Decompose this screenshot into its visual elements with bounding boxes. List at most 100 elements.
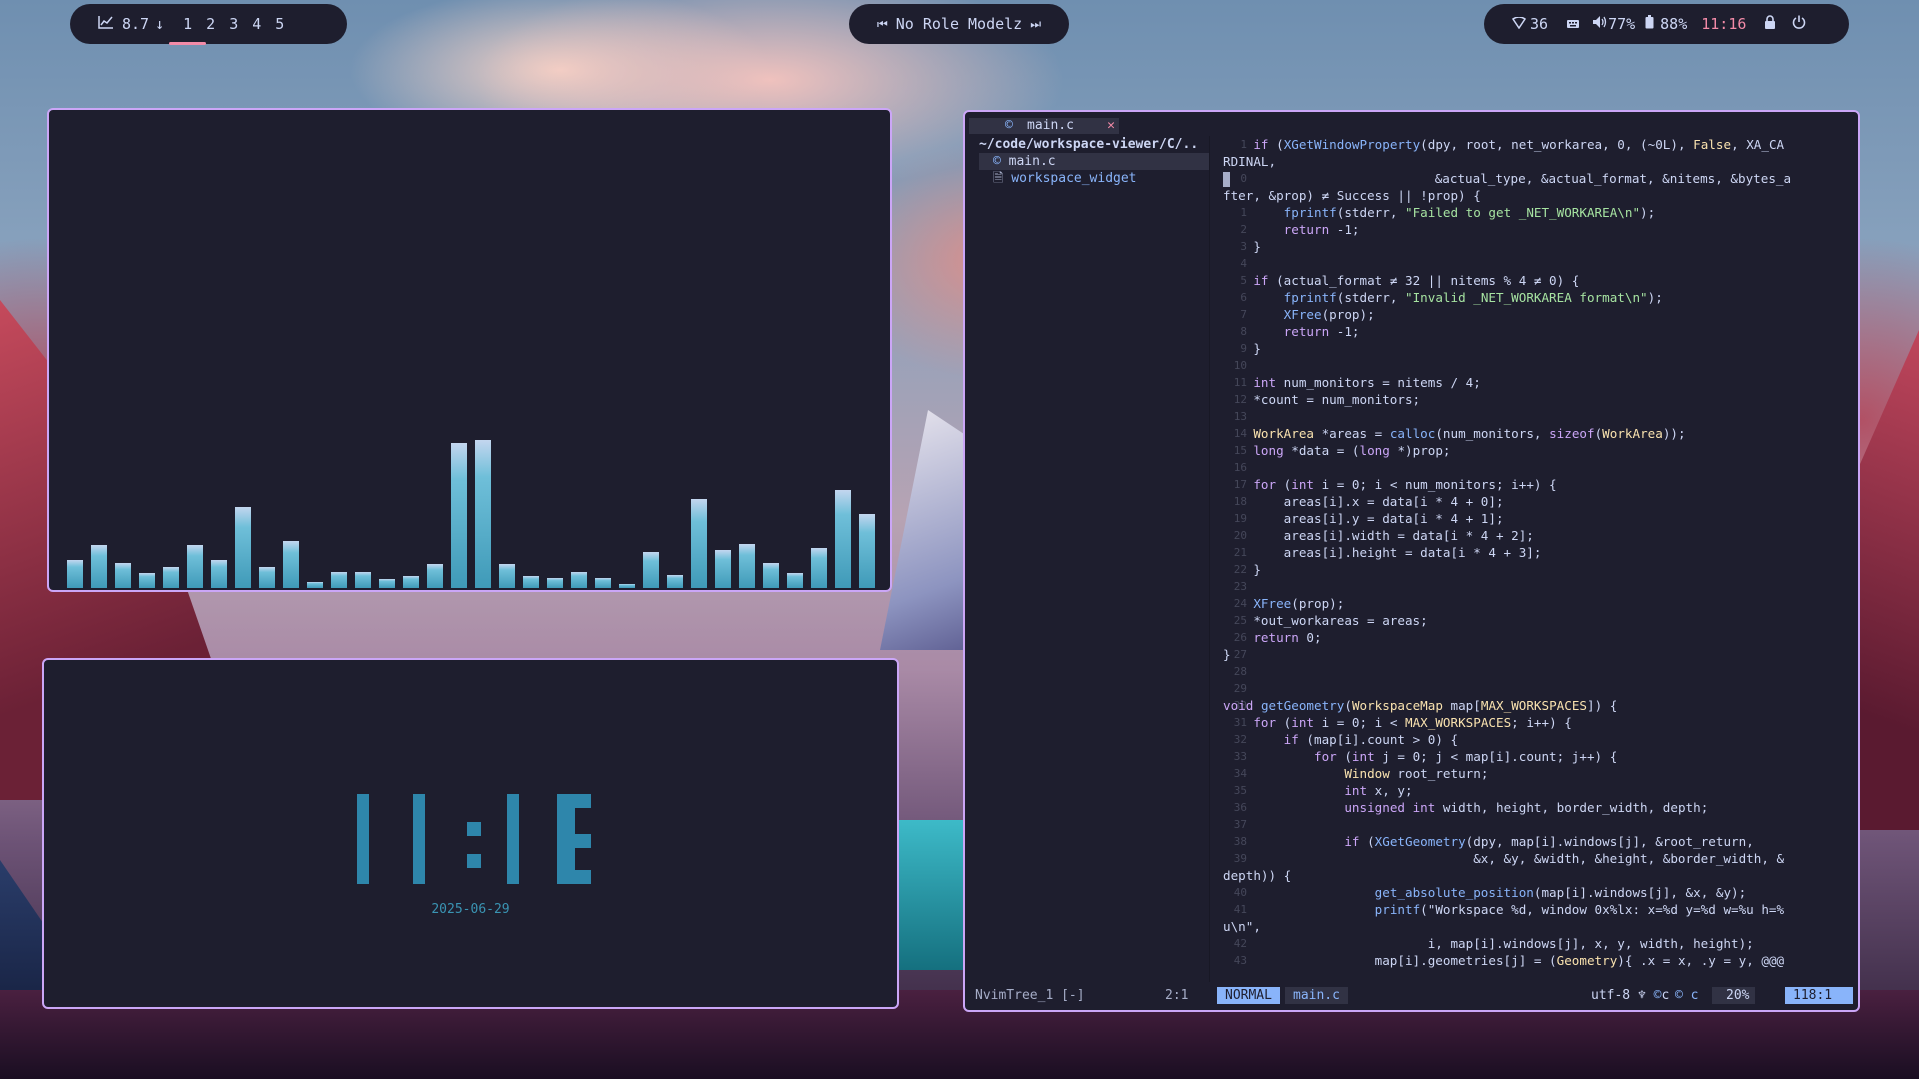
line-text: } bbox=[1223, 647, 1231, 662]
tree-root-path[interactable]: ~/code/workspace-viewer/C/.. bbox=[979, 136, 1209, 153]
line-text: int x, y; bbox=[1344, 783, 1413, 798]
clock-time-display bbox=[356, 794, 591, 884]
code-line[interactable]: 1 fprintf(stderr, "Failed to get _NET_WO… bbox=[1223, 204, 1853, 221]
line-number: 37 bbox=[1233, 818, 1247, 831]
next-track-icon[interactable]: ⏭ bbox=[1030, 17, 1041, 32]
code-line[interactable]: 9 } bbox=[1223, 340, 1853, 357]
code-line[interactable]: 8 return -1; bbox=[1223, 323, 1853, 340]
code-line[interactable]: 24 XFree(prop); bbox=[1223, 595, 1853, 612]
line-text: u\n", bbox=[1223, 919, 1261, 934]
line-number: 28 bbox=[1233, 665, 1247, 678]
code-editor[interactable]: 1 if (XGetWindowProperty(dpy, root, net_… bbox=[1223, 136, 1853, 969]
visualizer-bar bbox=[667, 575, 683, 588]
code-line[interactable]: 20 areas[i].width = data[i * 4 + 2]; bbox=[1223, 527, 1853, 544]
neovim-window[interactable]: © main.c ✕ ~/code/workspace-viewer/C/.. … bbox=[963, 110, 1860, 1012]
code-line[interactable]: 23 bbox=[1223, 578, 1853, 595]
code-line[interactable]: 18 areas[i].x = data[i * 4 + 0]; bbox=[1223, 493, 1853, 510]
code-line[interactable]: 30 void getGeometry(WorkspaceMap map[MAX_… bbox=[1223, 697, 1853, 714]
workspace-2[interactable]: 2 bbox=[206, 15, 215, 33]
visualizer-bar bbox=[523, 576, 539, 588]
lock-icon[interactable] bbox=[1764, 15, 1776, 33]
code-line[interactable]: 13 bbox=[1223, 408, 1853, 425]
line-text: printf("Workspace %d, window 0x%lx: x=%d… bbox=[1374, 902, 1785, 917]
visualizer-bar bbox=[427, 564, 443, 588]
code-line[interactable]: 6 fprintf(stderr, "Invalid _NET_WORKAREA… bbox=[1223, 289, 1853, 306]
battery-value: 88% bbox=[1660, 15, 1688, 33]
workspace-1[interactable]: 1 bbox=[169, 15, 207, 45]
code-line[interactable]: 10 bbox=[1223, 357, 1853, 374]
code-line[interactable]: 31 for (int i = 0; i < MAX_WORKSPACES; i… bbox=[1223, 714, 1853, 731]
close-icon[interactable]: ✕ bbox=[1107, 118, 1115, 134]
code-line[interactable]: 11 int num_monitors = nitems / 4; bbox=[1223, 374, 1853, 391]
code-line[interactable]: fter, &prop) ≠ Success || !prop) { bbox=[1223, 187, 1853, 204]
previous-track-icon[interactable]: ⏮ bbox=[877, 17, 888, 32]
code-line[interactable]: 22 } bbox=[1223, 561, 1853, 578]
code-line[interactable]: 14 WorkArea *areas = calloc(num_monitors… bbox=[1223, 425, 1853, 442]
code-line[interactable]: 7 XFree(prop); bbox=[1223, 306, 1853, 323]
code-line[interactable]: 33 for (int j = 0; j < map[i].count; j++… bbox=[1223, 748, 1853, 765]
code-line[interactable]: 12 *count = num_monitors; bbox=[1223, 391, 1853, 408]
code-line[interactable]: 5 if (actual_format ≠ 32 || nitems % 4 ≠… bbox=[1223, 272, 1853, 289]
code-line[interactable]: depth)) { bbox=[1223, 867, 1853, 884]
code-line[interactable]: 26 return 0; bbox=[1223, 629, 1853, 646]
topbar-right: 36 77% 88% 11:16 bbox=[1484, 4, 1849, 44]
keyboard-icon[interactable] bbox=[1566, 15, 1580, 33]
code-line[interactable]: 43 map[i].geometries[j] = (Geometry){ .x… bbox=[1223, 952, 1853, 969]
line-text: if (XGetWindowProperty(dpy, root, net_wo… bbox=[1253, 137, 1785, 152]
code-line[interactable]: u\n", bbox=[1223, 918, 1853, 935]
volume-icon[interactable] bbox=[1592, 15, 1608, 33]
code-line[interactable]: 3 } bbox=[1223, 238, 1853, 255]
code-line[interactable]: 41 printf("Workspace %d, window 0x%lx: x… bbox=[1223, 901, 1853, 918]
code-line[interactable]: 16 bbox=[1223, 459, 1853, 476]
visualizer-bar bbox=[115, 563, 131, 588]
code-line[interactable]: 21 areas[i].height = data[i * 4 + 3]; bbox=[1223, 544, 1853, 561]
visualizer-bar bbox=[571, 572, 587, 588]
line-text: depth)) { bbox=[1223, 868, 1292, 883]
volume-value: 77% bbox=[1608, 15, 1636, 33]
code-line[interactable]: 38 if (XGetGeometry(dpy, map[i].windows[… bbox=[1223, 833, 1853, 850]
code-line[interactable]: 39 &x, &y, &width, &height, &border_widt… bbox=[1223, 850, 1853, 867]
code-line[interactable]: 35 int x, y; bbox=[1223, 782, 1853, 799]
tree-item-main-c[interactable]: © main.c bbox=[979, 153, 1209, 170]
workspace-5[interactable]: 5 bbox=[275, 15, 284, 33]
workspace-3[interactable]: 3 bbox=[229, 15, 238, 33]
split-divider[interactable] bbox=[1209, 136, 1210, 982]
cursor-position: 118:1 bbox=[1785, 987, 1853, 1004]
workspace-4[interactable]: 4 bbox=[252, 15, 261, 33]
code-line[interactable]: 1 if (XGetWindowProperty(dpy, root, net_… bbox=[1223, 136, 1853, 153]
chart-line-icon bbox=[98, 15, 114, 33]
code-line[interactable]: 29 bbox=[1223, 680, 1853, 697]
linux-icon: ♆ bbox=[1637, 988, 1646, 1003]
audio-visualizer-window[interactable] bbox=[47, 108, 892, 592]
code-line[interactable]: 25 *out_workareas = areas; bbox=[1223, 612, 1853, 629]
code-line[interactable]: 36 unsigned int width, height, border_wi… bbox=[1223, 799, 1853, 816]
status-filename: main.c bbox=[1285, 987, 1348, 1004]
tab-main-c[interactable]: © main.c ✕ bbox=[969, 118, 1119, 134]
code-line[interactable]: 0 &actual_type, &actual_format, &nitems,… bbox=[1223, 170, 1853, 187]
code-line[interactable]: 4 bbox=[1223, 255, 1853, 272]
code-line[interactable]: RDINAL, bbox=[1223, 153, 1853, 170]
visualizer-bar bbox=[787, 573, 803, 588]
code-line[interactable]: 40 get_absolute_position(map[i].windows[… bbox=[1223, 884, 1853, 901]
tree-item-workspace-widget[interactable]: 🗎 workspace_widget bbox=[979, 170, 1209, 187]
visualizer-bar bbox=[403, 576, 419, 588]
clock-window[interactable]: 2025-06-29 bbox=[42, 658, 899, 1009]
code-line[interactable]: 42 i, map[i].windows[j], x, y, width, he… bbox=[1223, 935, 1853, 952]
line-text: long *data = (long *)prop; bbox=[1253, 443, 1451, 458]
line-number: 16 bbox=[1233, 461, 1247, 474]
code-line[interactable]: 15 long *data = (long *)prop; bbox=[1223, 442, 1853, 459]
code-line[interactable]: 17 for (int i = 0; i < num_monitors; i++… bbox=[1223, 476, 1853, 493]
code-line[interactable]: 37 bbox=[1223, 816, 1853, 833]
line-text: WorkArea *areas = calloc(num_monitors, s… bbox=[1253, 426, 1686, 441]
code-line[interactable]: 2 return -1; bbox=[1223, 221, 1853, 238]
status-filetype: © c bbox=[1675, 988, 1699, 1003]
code-line[interactable]: 27} bbox=[1223, 646, 1853, 663]
power-icon[interactable] bbox=[1792, 15, 1806, 33]
tab-label: main.c bbox=[1027, 118, 1074, 133]
line-number: 13 bbox=[1233, 410, 1247, 423]
line-number: 29 bbox=[1233, 682, 1247, 695]
code-line[interactable]: 28 bbox=[1223, 663, 1853, 680]
code-line[interactable]: 32 if (map[i].count > 0) { bbox=[1223, 731, 1853, 748]
code-line[interactable]: 19 areas[i].y = data[i * 4 + 1]; bbox=[1223, 510, 1853, 527]
code-line[interactable]: 34 Window root_return; bbox=[1223, 765, 1853, 782]
